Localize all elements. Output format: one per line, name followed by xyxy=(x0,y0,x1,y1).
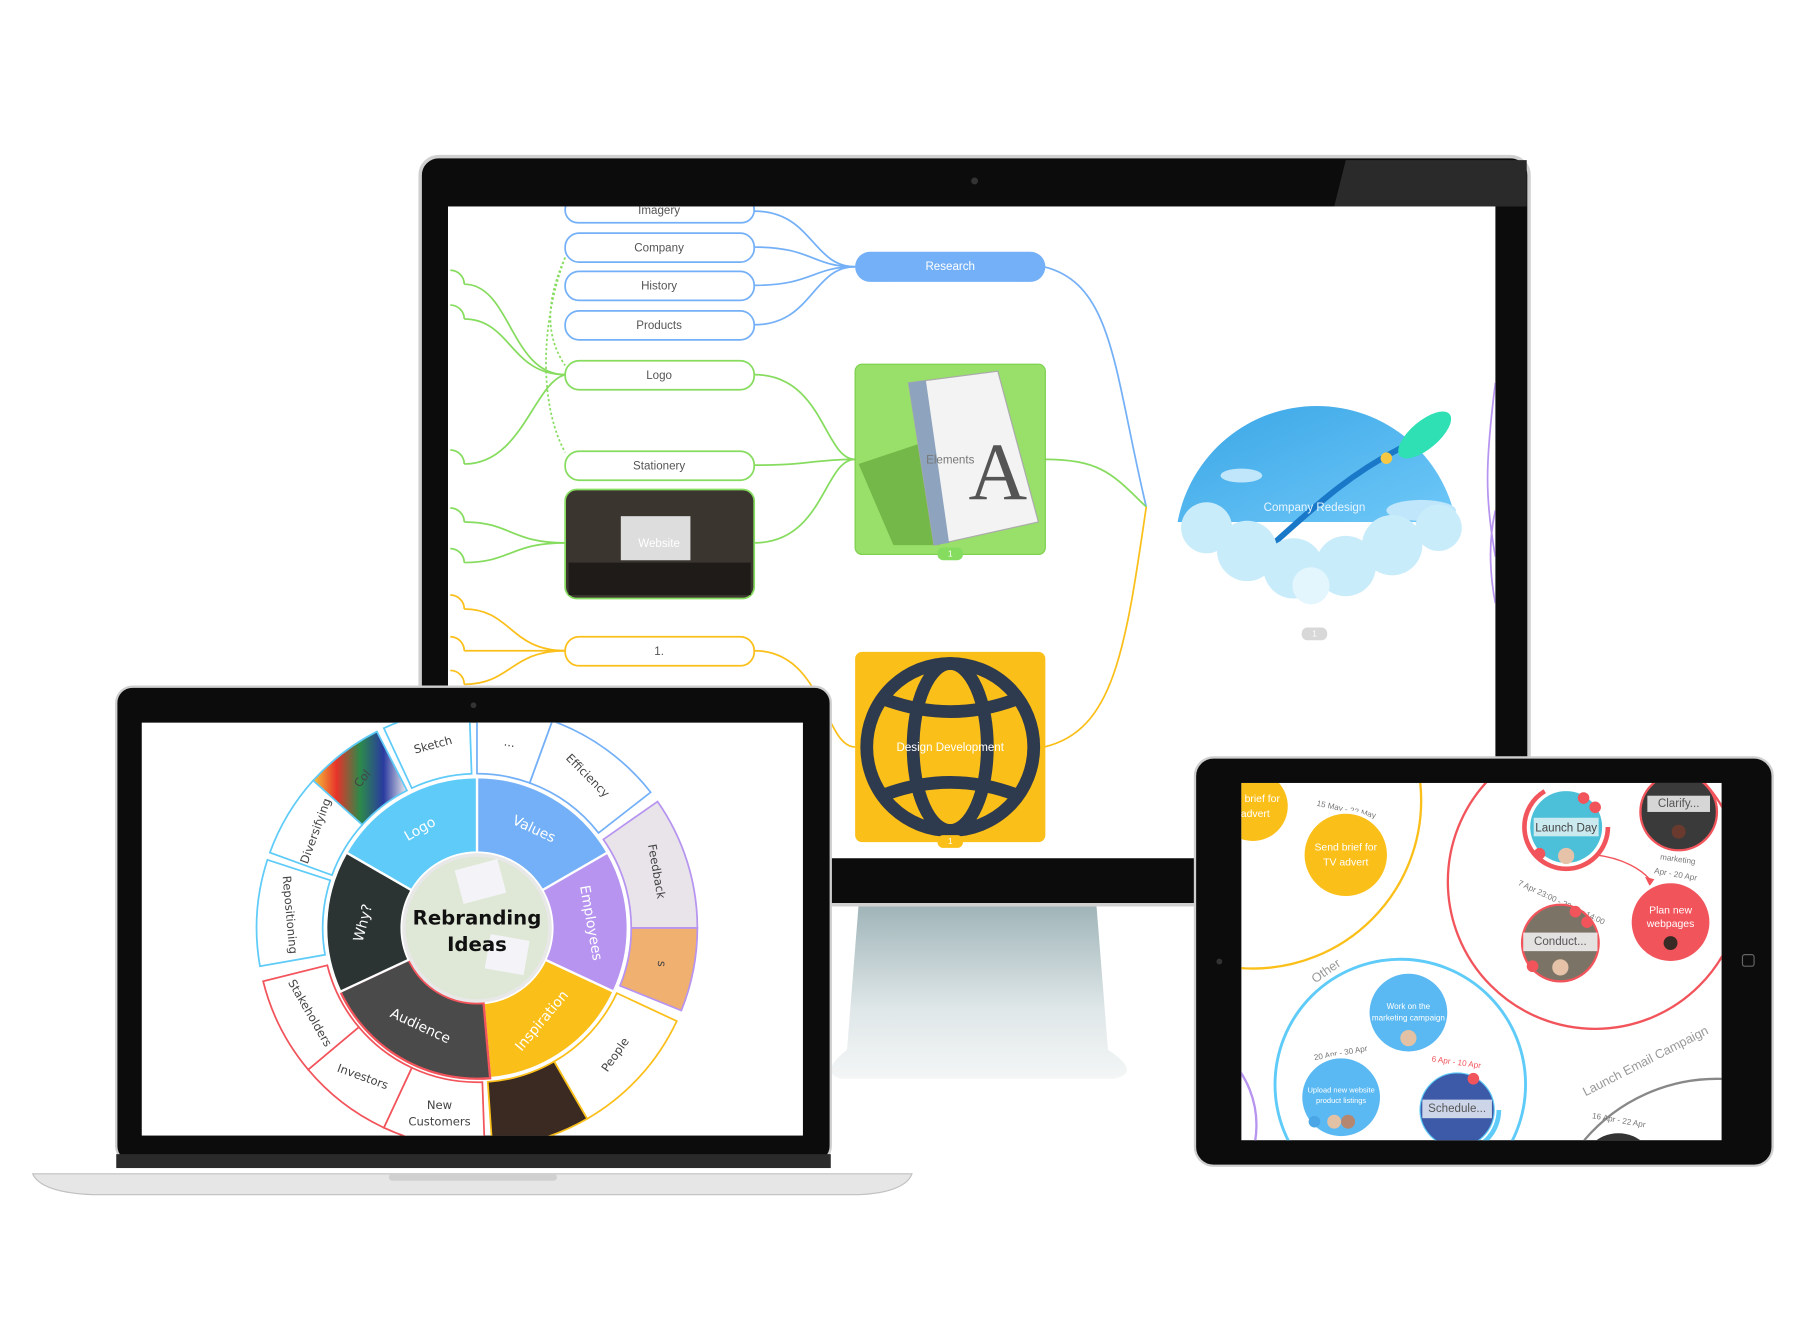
node-label: 1. xyxy=(654,646,664,658)
bubble-label: webpages xyxy=(1646,919,1695,930)
node-website[interactable]: Website xyxy=(564,488,756,600)
avatar xyxy=(1558,847,1575,865)
monitor-stand xyxy=(830,904,1127,1079)
bubble-label: Send brief for xyxy=(1314,843,1377,854)
attachment-count: 1 xyxy=(948,550,953,559)
device-showcase: Imagery Company History Products Logo St… xyxy=(31,154,1774,1196)
node-label: History xyxy=(641,281,677,293)
bubble-label: Upload new website xyxy=(1308,1085,1375,1094)
attachment-icon xyxy=(1308,1115,1321,1128)
attachment-count: 1 xyxy=(1312,630,1317,639)
attachment-icon xyxy=(1526,960,1539,973)
wheel-center[interactable]: Rebranding Ideas xyxy=(402,853,552,1003)
node-label: Design Development xyxy=(896,742,1004,754)
lightning-icon xyxy=(1589,801,1601,814)
bubble-clarify[interactable]: Clarify... xyxy=(1639,774,1719,852)
bezel-glare xyxy=(1334,160,1527,207)
node-logo[interactable]: Logo xyxy=(564,359,756,391)
laptop-webcam-icon xyxy=(470,702,477,709)
bubble-label: product listings xyxy=(1316,1096,1366,1105)
avatar xyxy=(1663,936,1678,950)
node-one[interactable]: 1. xyxy=(564,635,756,667)
bubble-label: marketing campaign xyxy=(1372,1014,1445,1023)
attachment-count: 1 xyxy=(948,837,953,846)
segment-label: s xyxy=(655,960,669,967)
attachment-icon xyxy=(1533,847,1546,860)
bubble-label: Conduct... xyxy=(1534,936,1587,948)
node-label: Company Redesign xyxy=(1264,502,1366,514)
node-label: Company xyxy=(634,242,684,254)
avatar xyxy=(1671,824,1686,839)
node-design-development[interactable]: Design Development 1 xyxy=(855,651,1046,848)
webcam-icon xyxy=(971,177,979,185)
laptop-notch xyxy=(388,1173,558,1181)
node-label: Products xyxy=(636,320,682,332)
lightning-icon xyxy=(1581,916,1593,928)
node-label: Elements xyxy=(926,455,974,467)
bubble-work-marketing[interactable]: Work on the marketing campaign xyxy=(1366,970,1451,1055)
flag-icon xyxy=(1467,1072,1480,1085)
node-elements[interactable]: A Elements 1 xyxy=(854,363,1046,561)
bubble-label: Clarify... xyxy=(1658,798,1700,810)
bubble-label: Launch Day xyxy=(1535,822,1597,834)
tablet-camera-icon xyxy=(1216,958,1223,965)
bubble-label: TV advert xyxy=(1323,858,1368,869)
flag-icon xyxy=(1569,905,1582,918)
avatar xyxy=(1327,1114,1342,1129)
segment-label-line: Customers xyxy=(408,1114,470,1128)
wheel-center-title-line: Rebranding xyxy=(413,906,542,929)
avatar xyxy=(1341,1114,1356,1129)
bubble-label: Plan new xyxy=(1649,905,1692,916)
node-label: Stationery xyxy=(633,460,685,472)
bubble-label: brief for xyxy=(1245,794,1281,805)
bubble-label: Work on the xyxy=(1387,1002,1431,1011)
wheel-center-title-line: Ideas xyxy=(447,933,507,956)
node-label: Research xyxy=(925,261,975,273)
laptop-chin xyxy=(116,1154,831,1169)
website-photo-desk xyxy=(568,562,751,596)
node-label: Imagery xyxy=(638,205,680,217)
bubble-label: advert xyxy=(1241,809,1270,820)
bubble-label: Schedule... xyxy=(1428,1103,1486,1115)
node-stationery[interactable]: Stationery xyxy=(564,450,756,482)
avatar xyxy=(1400,1030,1417,1047)
node-label: Website xyxy=(638,538,680,550)
node-company[interactable]: Company xyxy=(564,232,756,264)
flag-icon xyxy=(1577,792,1590,804)
avatar xyxy=(1552,959,1569,976)
node-history[interactable]: History xyxy=(564,270,756,302)
node-research[interactable]: Research xyxy=(855,251,1046,282)
node-products[interactable]: Products xyxy=(564,309,756,341)
letter-a-glyph: A xyxy=(968,427,1027,517)
segment-label-line: New xyxy=(427,1098,452,1112)
wheel-segment-repositioning[interactable]: Repositioning xyxy=(255,858,332,968)
laptop: ValuesEmployeesInspirationAudienceWhy?Lo… xyxy=(31,685,913,1196)
node-label: Logo xyxy=(646,370,672,382)
